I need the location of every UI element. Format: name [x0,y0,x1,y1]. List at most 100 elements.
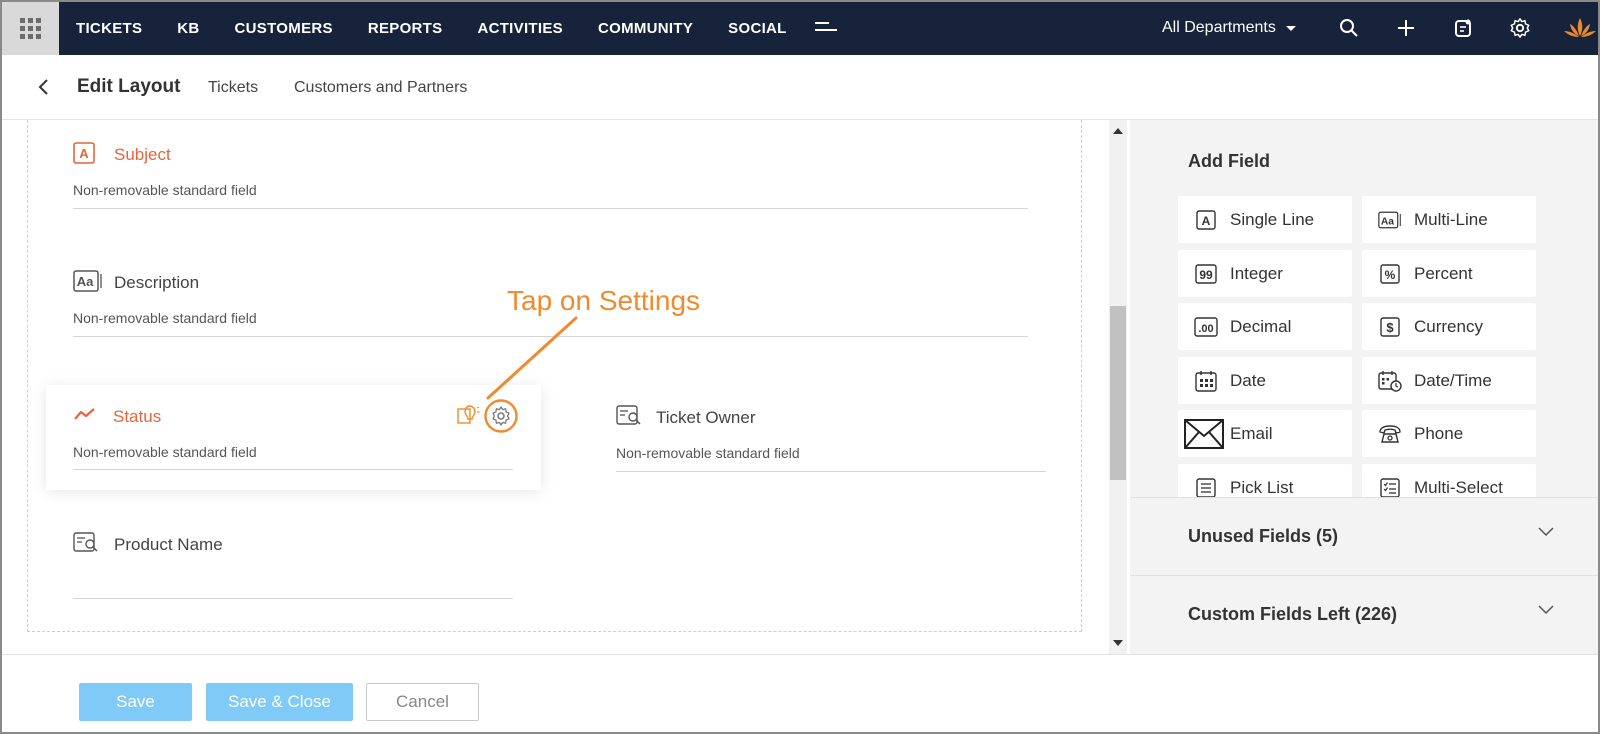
accordion-label: Unused Fields (5) [1188,526,1338,547]
app-launcher-button[interactable] [2,2,59,55]
tile-label: Date [1230,370,1266,390]
nav-item-customers[interactable]: CUSTOMERS [235,20,333,37]
nav-item-activities[interactable]: ACTIVITIES [477,20,563,37]
chevron-down-icon [1538,524,1554,537]
tile-label: Pick List [1230,477,1294,497]
notes-icon[interactable] [1451,16,1475,40]
top-navigation-bar: TICKETS KB CUSTOMERS REPORTS ACTIVITIES … [2,2,1598,55]
nav-item-social[interactable]: SOCIAL [728,20,786,37]
field-status[interactable]: Status Non-removable standard field [46,385,541,490]
tab-tickets[interactable]: Tickets [208,79,258,97]
lookup-icon [616,405,641,427]
phone-icon [1378,422,1402,446]
add-field-panel: Add Field A Single Line Aa Multi-Line 99… [1130,120,1598,654]
single-line-text-icon: A [1194,208,1218,232]
single-line-text-icon: A [73,142,97,164]
lookup-icon [73,532,98,554]
field-type-single-line[interactable]: A Single Line [1178,196,1352,243]
accordion-unused-fields[interactable]: Unused Fields (5) [1130,497,1598,575]
trend-icon [73,406,97,428]
department-selector[interactable]: All Departments [1162,19,1296,37]
lightbulb-rule-icon[interactable] [456,403,480,427]
unused-fields-count: (5) [1316,526,1339,546]
nav-item-reports[interactable]: REPORTS [368,20,443,37]
tile-label: Percent [1414,263,1473,283]
tile-label: Integer [1230,263,1283,283]
tile-label: Email [1230,423,1273,443]
scrollbar-thumb[interactable] [1110,306,1126,480]
field-type-decimal[interactable]: .00 Decimal [1178,303,1352,350]
nav-item-tickets[interactable]: TICKETS [76,20,142,37]
svg-text:$: $ [1386,320,1394,335]
accordion-custom-fields-left[interactable]: Custom Fields Left (226) [1130,575,1598,653]
field-ticket-owner[interactable]: Ticket Owner Non-removable standard fiel… [571,385,1046,475]
nav-item-community[interactable]: COMMUNITY [598,20,693,37]
svg-text:99: 99 [1199,268,1213,282]
percent-icon: % [1378,262,1402,286]
field-type-phone[interactable]: Phone [1362,410,1536,457]
cancel-button[interactable]: Cancel [366,683,479,721]
field-subject[interactable]: A Subject Non-removable standard field [28,120,1083,210]
panel-title: Add Field [1188,151,1270,171]
field-settings-gear-icon[interactable] [484,399,518,433]
decimal-icon: .00 [1194,315,1218,339]
field-note: Non-removable standard field [73,444,257,460]
field-note: Non-removable standard field [73,310,257,326]
calendar-clock-icon [1378,369,1402,393]
tile-label: Decimal [1230,316,1292,336]
field-type-multi-line[interactable]: Aa Multi-Line [1362,196,1536,243]
caret-down-icon [1285,25,1296,31]
tile-label: Date/Time [1414,370,1492,390]
unused-fields-label: Unused Fields [1188,526,1312,546]
plus-icon[interactable] [1394,16,1418,40]
multi-line-text-icon: Aa [73,270,103,292]
footer-actions: Save Save & Close Cancel [2,654,1598,732]
field-product-name[interactable]: Product Name [28,512,513,602]
field-type-percent[interactable]: % Percent [1362,250,1536,297]
field-label: Product Name [114,535,223,554]
save-button[interactable]: Save [79,683,192,721]
svg-text:Aa: Aa [1381,216,1394,227]
multi-select-icon [1378,476,1402,500]
grid-icon [20,18,41,39]
svg-text:A: A [1202,214,1211,228]
field-note: Non-removable standard field [616,445,800,461]
scroll-down-arrow-icon[interactable] [1113,640,1123,646]
multi-line-text-icon: Aa [1378,208,1402,232]
field-type-email[interactable]: Email [1178,410,1352,457]
field-label: Ticket Owner [656,408,756,427]
app-frame: TICKETS KB CUSTOMERS REPORTS ACTIVITIES … [0,0,1600,734]
field-type-integer[interactable]: 99 Integer [1178,250,1352,297]
search-icon[interactable] [1337,16,1361,40]
more-menu-icon[interactable] [815,22,837,36]
svg-text:Aa: Aa [77,274,94,289]
page-title: Edit Layout [77,76,181,97]
field-type-currency[interactable]: $ Currency [1362,303,1536,350]
chevron-down-icon [1538,602,1554,615]
integer-icon: 99 [1194,262,1218,286]
pick-list-icon [1194,476,1218,500]
settings-gear-icon[interactable] [1508,16,1532,40]
nav-item-kb[interactable]: KB [177,20,199,37]
accordion-label: Custom Fields Left (226) [1188,604,1397,625]
calendar-icon [1194,369,1218,393]
canvas-scrollbar[interactable] [1109,120,1127,654]
custom-fields-left-count: (226) [1355,604,1398,624]
tile-label: Currency [1414,316,1483,336]
field-type-date-time[interactable]: Date/Time [1362,357,1536,404]
field-label: Description [114,273,200,292]
scroll-up-arrow-icon[interactable] [1113,128,1123,134]
field-note: Non-removable standard field [73,182,257,198]
tile-label: Phone [1414,423,1464,443]
tab-customers-and-partners[interactable]: Customers and Partners [294,79,467,97]
currency-icon: $ [1378,315,1402,339]
field-type-date[interactable]: Date [1178,357,1352,404]
save-and-close-button[interactable]: Save & Close [206,683,353,721]
back-chevron-icon[interactable] [36,77,52,97]
custom-fields-left-label: Custom Fields Left [1188,604,1351,624]
field-label: Status [113,407,162,426]
annotation-pointer-line [486,316,578,400]
svg-text:.00: .00 [1198,323,1213,335]
main-nav: TICKETS KB CUSTOMERS REPORTS ACTIVITIES … [76,2,822,55]
field-divider [616,471,1046,472]
